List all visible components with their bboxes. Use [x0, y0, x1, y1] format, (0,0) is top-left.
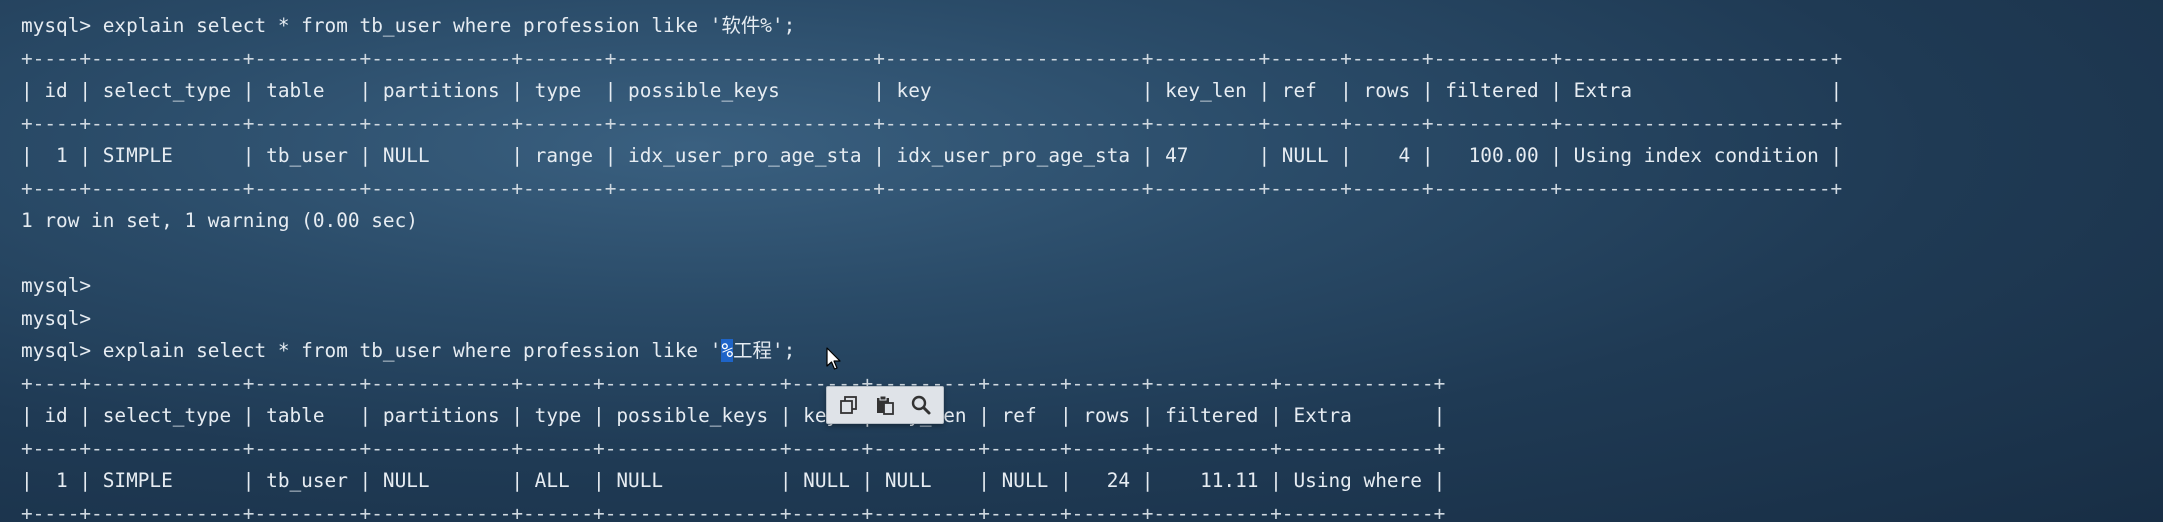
- table-border: +----+-------------+---------+----------…: [21, 501, 1446, 522]
- table-border: +----+-------------+---------+----------…: [21, 371, 1446, 395]
- mysql-prompt: mysql>: [21, 274, 92, 297]
- copy-button[interactable]: [834, 390, 864, 420]
- query-suffix: 工程';: [733, 339, 796, 362]
- result-summary: 1 row in set, 1 warning (0.00 sec): [21, 209, 418, 232]
- table-row: | 1 | SIMPLE | tb_user | NULL | range | …: [21, 144, 1843, 167]
- query-prefix: mysql> explain select * from tb_user whe…: [21, 339, 722, 362]
- table-border: +----+-------------+---------+----------…: [21, 46, 1843, 70]
- copy-icon: [840, 396, 857, 414]
- table-header-row: | id | select_type | table | partitions …: [21, 79, 1843, 102]
- table-header-row: | id | select_type | table | partitions …: [21, 404, 1446, 427]
- paste-icon: [877, 395, 894, 415]
- terminal-line: mysql> explain select * from tb_user whe…: [21, 14, 796, 37]
- table-border: +----+-------------+---------+----------…: [21, 111, 1843, 135]
- search-icon: [911, 395, 931, 415]
- query-line[interactable]: mysql> explain select * from tb_user whe…: [21, 335, 2151, 368]
- table-border: +----+-------------+---------+----------…: [21, 176, 1843, 200]
- mysql-prompt: mysql>: [21, 306, 92, 330]
- paste-button[interactable]: [870, 390, 900, 420]
- mouse-cursor-icon: [826, 347, 841, 370]
- table-row: | 1 | SIMPLE | tb_user | NULL | ALL | NU…: [21, 469, 1446, 492]
- terminal-output[interactable]: mysql> explain select * from tb_user whe…: [21, 10, 2151, 522]
- table-border: +----+-------------+---------+----------…: [21, 436, 1446, 460]
- selected-text[interactable]: %: [721, 339, 734, 362]
- selection-toolbar: [826, 386, 944, 424]
- search-button[interactable]: [906, 390, 936, 420]
